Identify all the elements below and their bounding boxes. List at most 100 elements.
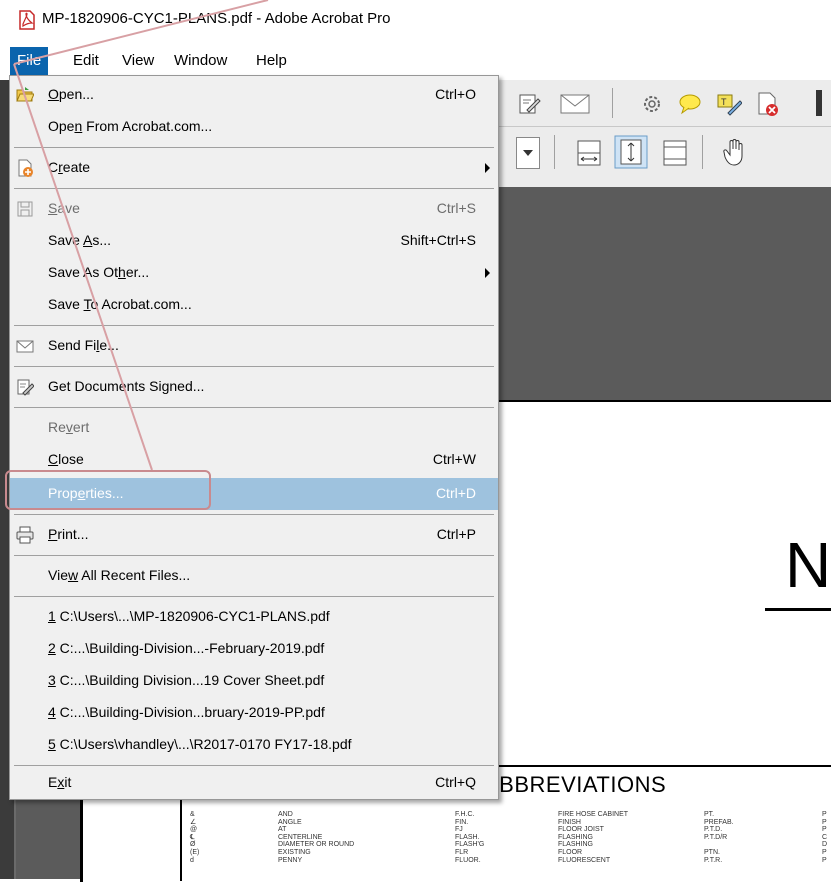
menu-item-label: Save As... (48, 232, 112, 248)
menu-separator (14, 188, 494, 189)
menu-item-label: Save (48, 200, 80, 216)
menu-item-save-as-other[interactable]: Save As Other... (10, 257, 498, 289)
pdf-file-icon (19, 10, 35, 30)
menu-separator (14, 407, 494, 408)
abbr-meanings-column: AND ANGLE AT CENTERLINE DIAMETER OR ROUN… (278, 811, 355, 864)
menu-separator (14, 555, 494, 556)
envelope-icon (16, 340, 34, 353)
menu-separator (14, 765, 494, 766)
callout-highlight-box (5, 470, 211, 510)
menu-item-label: Get Documents Signed... (48, 378, 205, 394)
menu-item-label: Save As Other... (48, 264, 150, 280)
menu-view[interactable]: View (116, 47, 160, 75)
title-bar: MP-1820906-CYC1-PLANS.pdf - Adobe Acroba… (0, 0, 831, 44)
sheet-title-letter: N (785, 529, 831, 601)
menu-item-label: Print... (48, 526, 89, 542)
menu-item-view-all-recent[interactable]: View All Recent Files... (10, 560, 498, 592)
menu-bar: File Edit View Window Help (0, 47, 831, 75)
svg-text:T: T (721, 97, 727, 107)
menu-item-create[interactable]: Create (10, 152, 498, 184)
edit-document-icon[interactable] (517, 92, 541, 116)
recent-file-5[interactable]: 5 C:\Users\vhandley\...\R2017-0170 FY17-… (10, 729, 498, 761)
menu-separator (14, 514, 494, 515)
menu-item-label: 3 C:...\Building Division...19 Cover She… (48, 672, 325, 688)
abbr-codes-column-3: PT. PREFAB. P.T.D. P.T.D/R PTN. P.T.R. (704, 811, 734, 864)
fit-page-icon[interactable] (614, 135, 648, 169)
toolbar-separator (612, 88, 613, 118)
open-folder-icon (16, 87, 34, 102)
menu-item-open[interactable]: Open... Ctrl+O (10, 79, 498, 111)
menu-separator (14, 147, 494, 148)
menu-item-shortcut: Shift+Ctrl+S (400, 232, 476, 248)
comment-icon[interactable] (678, 92, 702, 116)
submenu-arrow-icon (485, 163, 490, 173)
email-icon[interactable] (560, 94, 590, 114)
chevron-down-icon (523, 150, 533, 156)
sign-pen-icon (17, 379, 34, 396)
menu-item-label: 2 C:...\Building-Division...-February-20… (48, 640, 325, 656)
title-underline (765, 608, 831, 611)
zoom-dropdown-button[interactable] (516, 137, 540, 169)
file-menu: Open... Ctrl+O Open From Acrobat.com... … (9, 75, 499, 800)
abbr-meanings-column-2: FIRE HOSE CABINET FINISH FLOOR JOIST FLA… (558, 811, 629, 864)
menu-item-save-as[interactable]: Save As... Shift+Ctrl+S (10, 225, 498, 257)
menu-item-save[interactable]: Save Ctrl+S (10, 193, 498, 225)
menu-item-label: Revert (48, 419, 90, 435)
menu-separator (14, 596, 494, 597)
menu-item-shortcut: Ctrl+W (432, 451, 476, 467)
fit-visible-icon[interactable] (662, 139, 688, 167)
recent-file-4[interactable]: 4 C:...\Building-Division...bruary-2019-… (10, 697, 498, 729)
main-toolbar: T (480, 80, 831, 127)
hand-tool-icon[interactable] (722, 137, 748, 167)
toolbar-separator (702, 135, 703, 169)
view-toolbar (480, 127, 831, 188)
recent-file-3[interactable]: 3 C:...\Building Division...19 Cover She… (10, 665, 498, 697)
menu-separator (14, 325, 494, 326)
menu-item-open-from-acrobat[interactable]: Open From Acrobat.com... (10, 111, 498, 143)
menu-item-label: View All Recent Files... (48, 567, 191, 583)
create-pdf-icon (18, 159, 33, 177)
menu-item-label: 4 C:...\Building-Division...bruary-2019-… (48, 704, 325, 720)
menu-item-label: Open... (48, 86, 94, 102)
recent-file-2[interactable]: 2 C:...\Building-Division...-February-20… (10, 633, 498, 665)
menu-separator (14, 366, 494, 367)
menu-item-label: Save To Acrobat.com... (48, 296, 192, 312)
menu-item-shortcut: Ctrl+Q (435, 774, 476, 790)
menu-file[interactable]: File (10, 47, 49, 75)
menu-item-send-file[interactable]: Send File... (10, 330, 498, 362)
menu-item-save-to-acrobat[interactable]: Save To Acrobat.com... (10, 289, 498, 321)
abbr-codes-column-2: F.H.C. FIN. FJ FLASH. FLASH'G FLR FLUOR. (455, 811, 485, 864)
menu-item-label: Open From Acrobat.com... (48, 118, 213, 134)
menu-item-shortcut: Ctrl+O (435, 86, 476, 102)
recent-file-1[interactable]: 1 C:\Users\...\MP-1820906-CYC1-PLANS.pdf (10, 601, 498, 633)
menu-item-shortcut: Ctrl+D (435, 485, 476, 501)
printer-icon (16, 526, 34, 544)
menu-item-print[interactable]: Print... Ctrl+P (10, 519, 498, 551)
menu-item-shortcut: Ctrl+P (436, 526, 476, 542)
pdf-remove-icon[interactable] (756, 91, 780, 117)
menu-item-revert[interactable]: Revert (10, 412, 498, 444)
toolbar-edge (816, 90, 822, 116)
abbr-codes-column-4: P P P C D P P (822, 811, 828, 864)
window-title: MP-1820906-CYC1-PLANS.pdf - Adobe Acroba… (42, 10, 391, 27)
menu-item-label: Send File... (48, 337, 119, 353)
menu-help[interactable]: Help (250, 47, 293, 75)
gear-icon[interactable] (640, 92, 664, 116)
menu-item-label: Close (48, 451, 84, 467)
menu-item-label: Create (48, 159, 91, 175)
menu-item-label: 5 C:\Users\vhandley\...\R2017-0170 FY17-… (48, 736, 352, 752)
menu-item-exit[interactable]: Exit Ctrl+Q (10, 767, 498, 799)
menu-item-label: 1 C:\Users\...\MP-1820906-CYC1-PLANS.pdf (48, 608, 330, 624)
menu-window[interactable]: Window (168, 47, 233, 75)
menu-item-shortcut: Ctrl+S (436, 200, 476, 216)
abbreviations-heading: ABBREVIATIONS (484, 772, 667, 797)
menu-edit[interactable]: Edit (67, 47, 105, 75)
save-disk-icon (17, 201, 33, 217)
submenu-arrow-icon (485, 268, 490, 278)
fit-width-icon[interactable] (576, 139, 602, 167)
menu-item-get-documents-signed[interactable]: Get Documents Signed... (10, 371, 498, 403)
toolbar-separator (554, 135, 555, 169)
abbr-symbols-column: & ∠ @ ℄ Ø (E) d (190, 811, 200, 864)
highlight-pen-icon[interactable]: T (716, 91, 742, 117)
menu-item-label: Exit (48, 774, 72, 790)
